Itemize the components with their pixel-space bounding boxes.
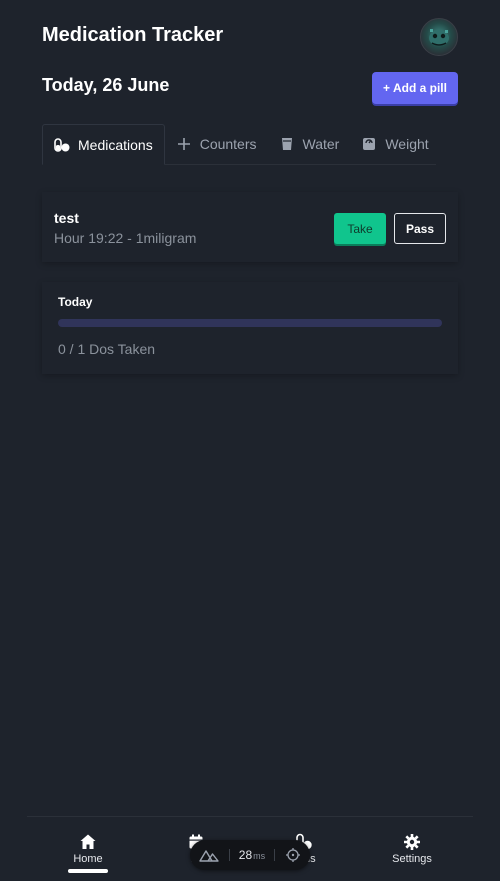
plus-icon [177,138,190,150]
progress-text: 0 / 1 Dos Taken [58,341,156,357]
tab-label: Weight [385,136,429,152]
render-time: 28ms [238,848,266,862]
progress-title: Today [58,295,93,309]
nuxt-logo-icon [199,850,219,862]
daily-progress-card: Today 0 / 1 Dos Taken [42,282,458,374]
avatar[interactable] [420,18,458,56]
tab-counters[interactable]: Counters [165,124,268,164]
scale-icon [363,138,376,150]
avatar-image [429,29,449,46]
pills-icon [54,137,70,152]
glass-icon [281,138,292,150]
tab-label: Medications [78,136,153,153]
tab-medications[interactable]: Medications [42,124,165,165]
nav-settings[interactable]: Settings [367,833,457,865]
divider [228,849,230,861]
medication-card: test Hour 19:22 - 1miligram Take Pass [42,192,458,262]
progress-bar [58,319,442,327]
medication-name: test [54,210,79,226]
nav-label: Home [73,853,103,865]
tab-bar: Medications Counters Water Weight [42,124,436,165]
devtools-badge[interactable]: 28ms [190,840,310,870]
app-title: Medication Tracker [42,24,224,46]
active-nav-indicator [68,869,108,873]
divider [274,849,276,861]
add-pill-button[interactable]: + Add a pill [372,72,458,104]
crosshair-icon[interactable] [285,847,301,863]
gear-icon [404,834,420,850]
pass-button[interactable]: Pass [394,213,446,244]
home-icon [80,834,96,849]
tab-weight[interactable]: Weight [350,124,439,164]
date-heading: Today, 26 June [42,75,170,95]
medication-detail: Hour 19:22 - 1miligram [54,230,197,246]
nav-home[interactable]: Home [43,833,133,865]
tab-label: Counters [199,136,257,152]
take-button[interactable]: Take [334,213,386,244]
tab-water[interactable]: Water [268,124,351,164]
tab-label: Water [302,136,340,152]
nav-label: Settings [392,853,432,865]
